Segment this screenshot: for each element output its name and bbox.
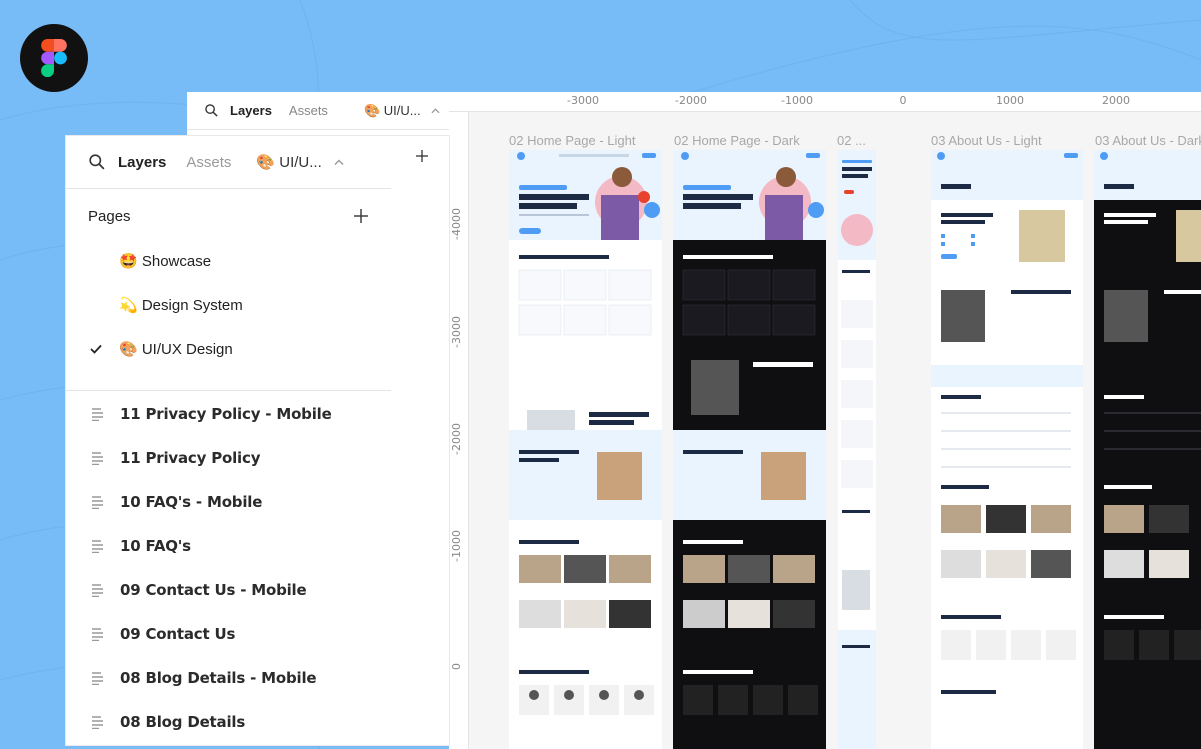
page-item-label: 🤩 Showcase [119,253,212,270]
layer-item[interactable]: 10 FAQ's - Mobile [66,488,391,516]
frame-icon [92,584,103,597]
tab-layers[interactable]: Layers [230,103,272,118]
page-item-ui-ux-design[interactable]: 🎨 UI/UX Design [66,335,391,363]
ruler-tick: 2000 [1102,94,1130,107]
layer-item[interactable]: 08 Blog Details - Mobile [66,664,391,692]
frame-thumbnail [931,150,1083,694]
plus-icon[interactable] [415,149,429,163]
rear-panel-tabs: Layers Assets 🎨 UI/U... [187,92,449,130]
chevron-up-icon[interactable] [334,159,344,166]
layer-item[interactable]: 11 Privacy Policy - Mobile [66,400,391,428]
ruler-tick: 0 [899,94,907,107]
ruler-tick: 1000 [996,94,1024,107]
page-item-label: 🎨 UI/UX Design [119,341,233,358]
frame-home-dark[interactable] [673,150,826,749]
frame-label-home-light[interactable]: 02 Home Page - Light [509,133,635,148]
frame-icon [92,452,103,465]
tab-assets[interactable]: Assets [289,103,328,118]
frame-label-home-dark[interactable]: 02 Home Page - Dark [674,133,800,148]
figma-icon [41,39,67,77]
ruler-tick: -1000 [450,530,463,562]
frame-icon [92,672,103,685]
search-icon[interactable] [89,154,105,170]
check-icon [90,344,102,354]
pages-section-title: Pages [88,208,131,225]
layer-item-label: 10 FAQ's [120,537,191,555]
layer-item-label: 09 Contact Us [120,625,236,643]
ruler-tick: -2000 [675,94,707,107]
frame-about-dark[interactable] [1094,150,1201,749]
figma-logo [20,24,88,92]
page-selector[interactable]: 🎨 UI/U... [256,153,321,171]
layer-item[interactable]: 11 Privacy Policy [66,444,391,472]
frame-icon [92,716,103,729]
frame-label-home-mobile[interactable]: 02 ... [837,133,866,148]
frame-icon [92,540,103,553]
ruler-tick: -2000 [450,423,463,455]
frame-icon [92,408,103,421]
layer-item[interactable]: 10 FAQ's [66,532,391,560]
page-selector[interactable]: 🎨 UI/U... [364,103,421,119]
tab-layers[interactable]: Layers [118,154,166,171]
layer-item-label: 11 Privacy Policy [120,449,261,467]
layer-item[interactable]: 08 Blog Details [66,708,391,736]
page-item-label: 💫 Design System [119,297,243,314]
tab-assets[interactable]: Assets [186,154,231,171]
page-item-showcase[interactable]: 🤩 Showcase [66,247,391,275]
frame-icon [92,628,103,641]
frame-thumbnail [509,150,662,715]
chevron-up-icon[interactable] [431,107,440,114]
search-icon[interactable] [205,104,218,117]
layer-item[interactable]: 09 Contact Us [66,620,391,648]
frame-about-light[interactable] [931,150,1083,749]
frame-thumbnail [1094,150,1201,660]
ruler-top: -3000 -2000 -1000 0 1000 2000 [449,92,1201,112]
layer-item-label: 08 Blog Details [120,713,246,731]
frame-label-about-light[interactable]: 03 About Us - Light [931,133,1042,148]
design-canvas[interactable]: -3000 -2000 -1000 0 1000 2000 -4000 -300… [449,92,1201,749]
frame-home-mobile[interactable] [838,150,876,749]
frame-home-light[interactable] [509,150,662,749]
frame-label-about-dark[interactable]: 03 About Us - Dark [1095,133,1201,148]
ruler-tick: -3000 [567,94,599,107]
layer-item-label: 11 Privacy Policy - Mobile [120,405,332,423]
frame-thumbnail [673,150,826,749]
layer-item-label: 10 FAQ's - Mobile [120,493,263,511]
panel-divider [66,390,391,391]
frame-icon [92,496,103,509]
ruler-tick: -1000 [781,94,813,107]
layer-item-label: 08 Blog Details - Mobile [120,669,317,687]
ruler-tick: -4000 [450,208,463,240]
ruler-tick: 0 [450,663,463,670]
layers-panel: Layers Assets 🎨 UI/U... Pages 🤩 Showcase… [66,136,449,745]
layer-item-label: 09 Contact Us - Mobile [120,581,307,599]
ruler-tick: -3000 [450,316,463,348]
panel-tabs: Layers Assets 🎨 UI/U... [66,136,391,189]
ruler-left: -4000 -3000 -2000 -1000 0 [449,112,469,749]
add-page-icon[interactable] [353,208,369,224]
layer-item[interactable]: 09 Contact Us - Mobile [66,576,391,604]
page-item-design-system[interactable]: 💫 Design System [66,291,391,319]
frame-thumbnail [838,150,876,749]
